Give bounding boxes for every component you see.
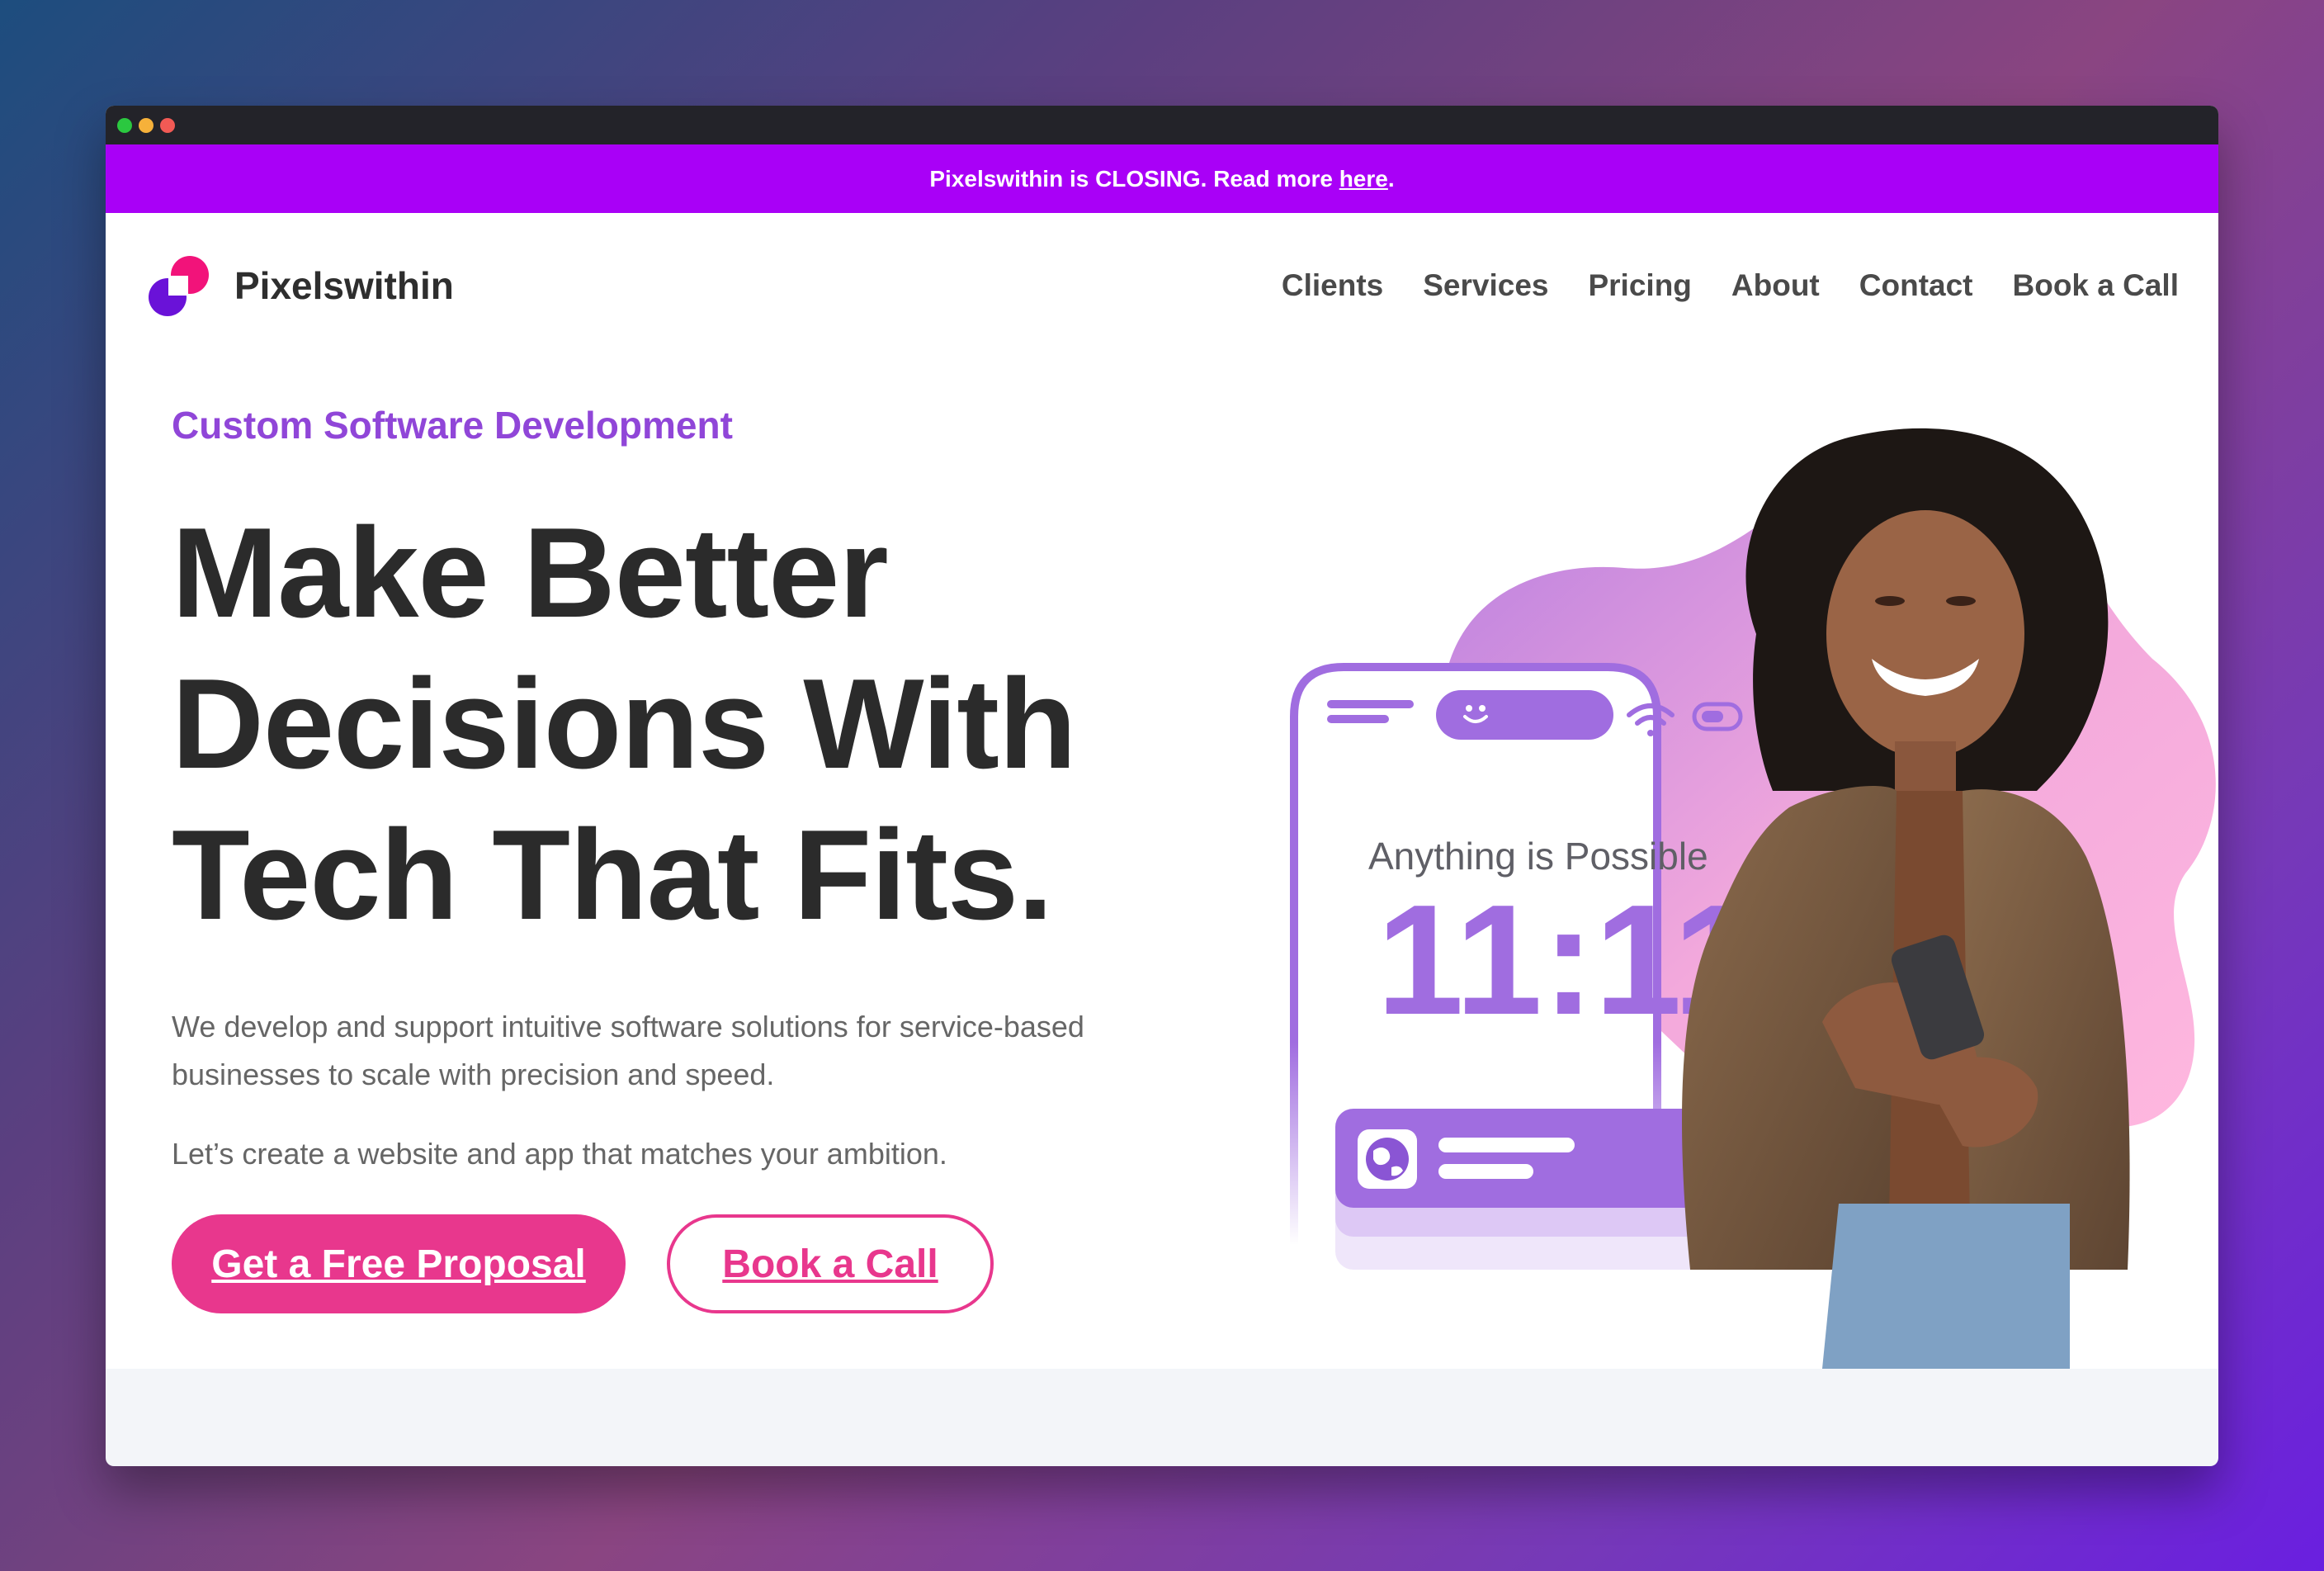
main-nav: Clients Services Pricing About Contact B… bbox=[1282, 268, 2179, 303]
headline-line-3: Tech That Fits. bbox=[172, 803, 1053, 946]
headline-line-2: Decisions With bbox=[172, 652, 1077, 795]
headline-line-1: Make Better bbox=[172, 501, 889, 644]
nav-item-book-a-call[interactable]: Book a Call bbox=[2013, 268, 2180, 303]
announcement-bar: Pixelswithin is CLOSING. Read more here. bbox=[106, 144, 2218, 213]
window-minimize-button[interactable] bbox=[139, 117, 154, 133]
hero-description: We develop and support intuitive softwar… bbox=[172, 1010, 1084, 1091]
window-zoom-button[interactable] bbox=[117, 117, 132, 133]
brand-name: Pixelswithin bbox=[234, 263, 454, 307]
nav-item-about[interactable]: About bbox=[1731, 268, 1820, 303]
browser-window: Pixelswithin is CLOSING. Read more here.… bbox=[106, 106, 2218, 1466]
nav-item-pricing[interactable]: Pricing bbox=[1588, 268, 1691, 303]
person-illustration bbox=[1682, 428, 2130, 1369]
announcement-link[interactable]: here bbox=[1339, 166, 1388, 192]
page: Pixelswithin Clients Services Pricing Ab… bbox=[106, 213, 2218, 1369]
hero-headline: Make Better Decisions With Tech That Fit… bbox=[172, 497, 1212, 950]
nav-item-services[interactable]: Services bbox=[1423, 268, 1548, 303]
hero-content: Custom Software Development Make Better … bbox=[172, 403, 1212, 1313]
announcement-period: . bbox=[1387, 165, 1395, 192]
pixelswithin-logo-icon bbox=[149, 255, 209, 316]
window-titlebar bbox=[106, 106, 2218, 144]
book-a-call-button[interactable]: Book a Call bbox=[667, 1214, 994, 1313]
hero-illustration: Anything is Possible 11:11 bbox=[1290, 428, 2216, 1369]
hero-cta-group: Get a Free Proposal Book a Call bbox=[172, 1214, 1212, 1313]
hero-eyebrow: Custom Software Development bbox=[172, 404, 733, 447]
phone-caption: Anything is Possible bbox=[1368, 835, 1708, 878]
nav-item-contact[interactable]: Contact bbox=[1859, 268, 1973, 303]
announcement-text: Pixelswithin is CLOSING. Read more bbox=[929, 165, 1339, 192]
get-free-proposal-button[interactable]: Get a Free Proposal bbox=[172, 1214, 626, 1313]
hero-subtext: Let’s create a website and app that matc… bbox=[172, 1137, 947, 1171]
brand[interactable]: Pixelswithin bbox=[147, 254, 454, 317]
nav-item-clients[interactable]: Clients bbox=[1282, 268, 1383, 303]
window-close-button[interactable] bbox=[160, 117, 175, 133]
site-header: Pixelswithin Clients Services Pricing Ab… bbox=[106, 213, 2218, 357]
globe-icon bbox=[1358, 1129, 1417, 1189]
